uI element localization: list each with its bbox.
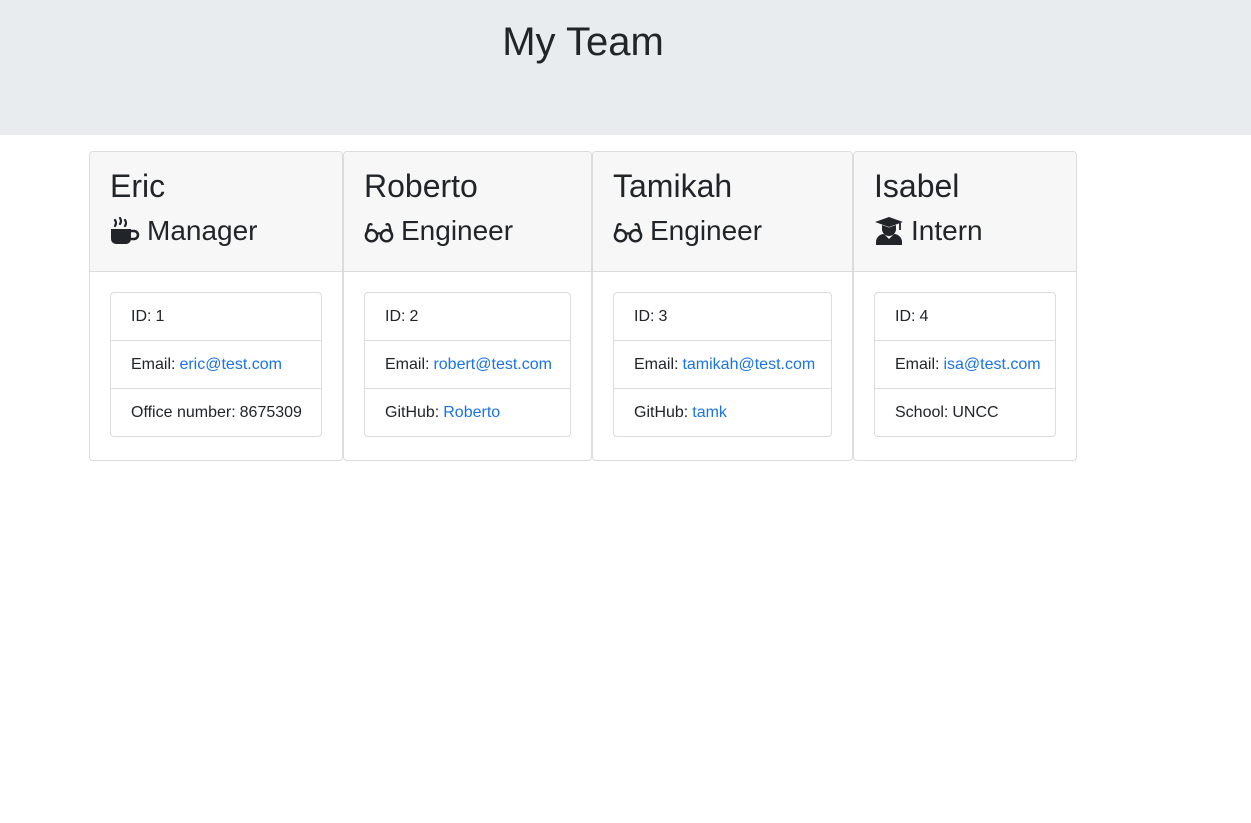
id-label: ID: <box>634 307 655 325</box>
glasses-icon <box>613 216 643 246</box>
office-number-value: 8675309 <box>239 403 302 421</box>
page-title: My Team <box>502 20 664 64</box>
github-label: GitHub: <box>385 403 440 421</box>
list-item-email: Email: eric@test.com <box>111 341 321 389</box>
id-label: ID: <box>385 307 406 325</box>
list-item-school: School: UNCC <box>875 389 1055 436</box>
employee-role-label: Engineer <box>401 215 514 246</box>
card-header: Isabel Intern <box>854 152 1076 272</box>
employee-card-intern: Isabel Intern ID: 4 Email: isa@test.com <box>853 151 1077 461</box>
email-label: Email: <box>895 355 940 373</box>
employee-name: Eric <box>110 168 166 204</box>
email-label: Email: <box>131 355 176 373</box>
employee-role: Intern <box>874 213 1056 249</box>
school-label: School: <box>895 403 949 421</box>
employee-role-label: Manager <box>147 215 258 246</box>
employee-details-list: ID: 2 Email: robert@test.com GitHub: Rob… <box>364 292 571 437</box>
list-item-office-number: Office number: 8675309 <box>111 389 321 436</box>
list-item-id: ID: 2 <box>365 293 570 341</box>
card-body: ID: 2 Email: robert@test.com GitHub: Rob… <box>344 272 591 437</box>
office-number-label: Office number: <box>131 403 236 421</box>
github-link[interactable]: tamk <box>692 404 727 422</box>
card-body: ID: 3 Email: tamikah@test.com GitHub: ta… <box>593 272 852 437</box>
list-item-id: ID: 3 <box>614 293 831 341</box>
card-header: Roberto Engineer <box>344 152 591 272</box>
card-header: Tamikah Engineer <box>593 152 852 272</box>
email-label: Email: <box>385 355 430 373</box>
email-link[interactable]: robert@test.com <box>433 356 552 374</box>
card-header: Eric Manager <box>90 152 342 272</box>
glasses-icon <box>364 216 394 246</box>
email-label: Email: <box>634 355 679 373</box>
github-link[interactable]: Roberto <box>443 404 500 422</box>
id-value: 4 <box>919 307 929 325</box>
employee-name: Isabel <box>874 168 960 204</box>
employee-role: Engineer <box>364 213 571 249</box>
employee-details-list: ID: 3 Email: tamikah@test.com GitHub: ta… <box>613 292 832 437</box>
list-item-email: Email: robert@test.com <box>365 341 570 389</box>
employee-role-label: Intern <box>911 215 983 246</box>
employee-details-list: ID: 4 Email: isa@test.com School: UNCC <box>874 292 1056 437</box>
list-item-github: GitHub: Roberto <box>365 389 570 436</box>
employee-role: Manager <box>110 213 322 249</box>
employee-role-label: Engineer <box>650 215 763 246</box>
employee-name: Tamikah <box>613 168 733 204</box>
employee-card-engineer: Roberto Engineer ID: 2 Email: robert@tes… <box>343 151 592 461</box>
github-label: GitHub: <box>634 403 689 421</box>
coffee-mug-icon <box>110 216 140 246</box>
employee-role: Engineer <box>613 213 832 249</box>
email-link[interactable]: tamikah@test.com <box>682 356 815 374</box>
header-jumbotron: My Team <box>0 0 1251 135</box>
id-value: 2 <box>409 307 419 325</box>
school-value: UNCC <box>952 403 999 421</box>
email-link[interactable]: eric@test.com <box>179 356 281 374</box>
list-item-github: GitHub: tamk <box>614 389 831 436</box>
list-item-id: ID: 4 <box>875 293 1055 341</box>
id-value: 3 <box>658 307 668 325</box>
employee-name: Roberto <box>364 168 478 204</box>
id-value: 1 <box>155 307 165 325</box>
list-item-email: Email: isa@test.com <box>875 341 1055 389</box>
employee-card-engineer: Tamikah Engineer ID: 3 Email: tamikah@te… <box>592 151 853 461</box>
card-body: ID: 1 Email: eric@test.com Office number… <box>90 272 342 437</box>
id-label: ID: <box>131 307 152 325</box>
employee-card-manager: Eric Manager ID: 1 Email: eric@test.com <box>89 151 343 461</box>
id-label: ID: <box>895 307 916 325</box>
employee-details-list: ID: 1 Email: eric@test.com Office number… <box>110 292 322 437</box>
card-body: ID: 4 Email: isa@test.com School: UNCC <box>854 272 1076 437</box>
email-link[interactable]: isa@test.com <box>943 356 1040 374</box>
graduate-icon <box>874 216 904 246</box>
list-item-email: Email: tamikah@test.com <box>614 341 831 389</box>
list-item-id: ID: 1 <box>111 293 321 341</box>
